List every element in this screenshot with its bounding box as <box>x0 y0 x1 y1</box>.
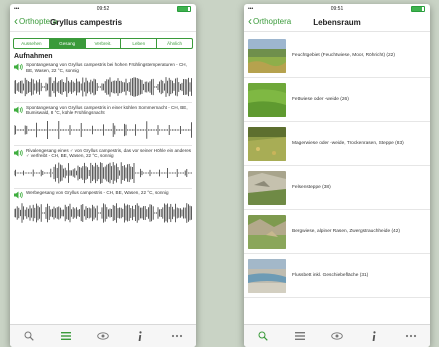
segment-aussehen[interactable]: Aussehen <box>14 39 49 48</box>
section-title: Aufnahmen <box>14 53 53 60</box>
habitat-name: Feuchtgebiet (Feuchtwiese, Moor, Röhrich… <box>292 52 395 58</box>
navigation-bar: ‹ Orthoptera Lebensraum <box>244 13 430 32</box>
waveform[interactable] <box>14 161 192 184</box>
more-icon <box>406 334 417 338</box>
habitat-photo <box>248 82 286 117</box>
info-icon <box>138 330 142 341</box>
status-bar: ••• 09:51 <box>244 4 430 13</box>
waveform[interactable] <box>14 119 192 141</box>
waveform[interactable] <box>14 76 192 98</box>
speaker-icon[interactable] <box>14 191 24 199</box>
status-time: 09:52 <box>96 6 110 12</box>
waveform[interactable] <box>14 202 192 224</box>
tab-more[interactable] <box>401 329 421 343</box>
eye-icon <box>97 332 109 340</box>
list-item[interactable]: Fettwiese oder -weide (26) <box>244 78 430 122</box>
navigation-bar: ‹ Orthoptera Gryllus campestris <box>10 13 196 32</box>
speaker-icon[interactable] <box>14 63 24 71</box>
list-item[interactable]: Magerwiese oder -weide, Trockenrasen, St… <box>244 122 430 166</box>
list-item[interactable]: Bergwiese, alpiner Rasen, Zwergstrauchhe… <box>244 210 430 254</box>
tab-list[interactable] <box>56 329 76 343</box>
habitat-name: Bergwiese, alpiner Rasen, Zwergstrauchhe… <box>292 228 400 234</box>
battery-icon <box>411 6 425 12</box>
tab-bar <box>244 324 430 347</box>
segment-leben[interactable]: Leben <box>120 39 156 48</box>
recording-item[interactable]: Spontangesang von Gryllus campestris in … <box>14 105 192 146</box>
habitat-photo <box>248 258 286 293</box>
more-icon <box>172 334 183 338</box>
status-time: 09:51 <box>330 6 344 12</box>
tab-compare[interactable] <box>327 329 347 343</box>
battery-icon <box>177 6 191 12</box>
habitat-photo <box>248 214 286 249</box>
search-icon <box>258 331 268 341</box>
habitat-list: Feuchtgebiet (Feuchtwiese, Moor, Röhrich… <box>244 34 430 298</box>
recording-description: Rivalengesang eines ♂ von Gryllus campes… <box>26 147 192 159</box>
segmented-control: Aussehen Gesang Verbreit. Leben Ähnlich <box>13 38 193 49</box>
tab-list[interactable] <box>290 329 310 343</box>
segment-gesang[interactable]: Gesang <box>48 39 85 48</box>
tab-more[interactable] <box>167 329 187 343</box>
tab-search[interactable] <box>253 329 273 343</box>
habitat-photo <box>248 126 286 161</box>
eye-icon <box>331 332 343 340</box>
divider <box>14 102 192 103</box>
search-icon <box>24 331 34 341</box>
recording-description: Werbegesang von Gryllus campestris - CH,… <box>26 190 169 196</box>
page-title: Gryllus campestris <box>50 18 123 27</box>
divider <box>14 187 192 189</box>
habitat-name: Fettwiese oder -weide (26) <box>292 96 349 102</box>
tab-compare[interactable] <box>93 329 113 343</box>
speaker-icon[interactable] <box>14 149 24 157</box>
list-icon <box>60 332 71 340</box>
page-title: Lebensraum <box>313 18 361 27</box>
list-item[interactable]: Flussbett inkl. Geschiebefläche (31) <box>244 254 430 298</box>
speaker-icon[interactable] <box>14 106 24 114</box>
list-item[interactable]: Feuchtgebiet (Feuchtwiese, Moor, Röhrich… <box>244 34 430 78</box>
tab-info[interactable] <box>364 329 384 343</box>
recording-description: Spontangesang von Gryllus campestris bei… <box>26 62 187 73</box>
tab-bar <box>10 324 196 347</box>
recording-description: Spontangesang von Gryllus campestris in … <box>26 104 188 116</box>
segment-verbreitung[interactable]: Verbreit. <box>84 39 121 48</box>
recording-item[interactable]: Rivalengesang eines ♂ von Gryllus campes… <box>14 148 192 189</box>
habitat-photo <box>248 38 286 73</box>
status-bar: ••• 09:52 <box>10 4 196 13</box>
recording-item[interactable]: Spontangesang von Gryllus campestris bei… <box>14 62 192 103</box>
habitat-name: Flussbett inkl. Geschiebefläche (31) <box>292 272 369 278</box>
habitat-screen: ••• 09:51 ‹ Orthoptera Lebensraum Feucht… <box>244 4 430 347</box>
divider <box>14 144 192 146</box>
list-icon <box>294 332 305 340</box>
segment-aehnlich[interactable]: Ähnlich <box>156 39 192 48</box>
chevron-left-icon: ‹ <box>14 14 18 28</box>
tab-search[interactable] <box>19 329 39 343</box>
habitat-photo <box>248 170 286 205</box>
list-item[interactable]: Felsensteppe (38) <box>244 166 430 210</box>
info-icon <box>372 330 376 341</box>
habitat-name: Felsensteppe (38) <box>292 184 331 190</box>
habitat-name: Magerwiese oder -weide, Trockenrasen, St… <box>292 140 404 146</box>
recording-item[interactable]: Werbegesang von Gryllus campestris - CH,… <box>14 190 192 224</box>
species-detail-screen: ••• 09:52 ‹ Orthoptera Gryllus campestri… <box>10 4 196 347</box>
tab-info[interactable] <box>130 329 150 343</box>
